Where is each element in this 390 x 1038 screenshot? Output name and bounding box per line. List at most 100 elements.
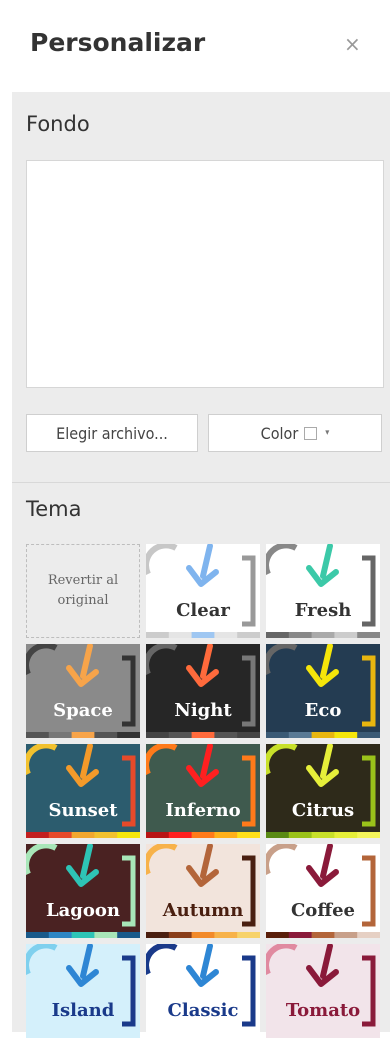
theme-arrow-shaft <box>80 944 93 979</box>
theme-color-strip <box>168 832 193 838</box>
theme-color-strip <box>94 832 118 838</box>
theme-arc <box>26 644 58 675</box>
theme-arrow-shaft <box>320 644 333 679</box>
theme-color-strip <box>214 732 238 738</box>
theme-color-strip <box>48 832 73 838</box>
theme-color-strip <box>288 932 313 938</box>
theme-thumbnail-icon <box>146 944 256 1027</box>
theme-color-strip <box>71 932 95 938</box>
theme-thumbnail-icon <box>146 644 260 738</box>
theme-color-strip <box>311 832 335 838</box>
theme-color-strip <box>334 632 358 638</box>
theme-color-strip <box>214 932 238 938</box>
theme-name-label: Coffee <box>290 900 355 921</box>
theme-name-label: Space <box>53 700 113 721</box>
theme-arrow-shaft <box>200 644 213 679</box>
theme-color-strip <box>334 932 358 938</box>
theme-arrow-shaft <box>200 844 213 879</box>
theme-name-label: Citrus <box>291 800 355 821</box>
theme-tile-inferno[interactable]: Inferno <box>146 744 260 838</box>
theme-tile-clear[interactable]: Clear <box>146 544 260 638</box>
theme-name-label: Island <box>51 1000 115 1021</box>
theme-color-strip <box>357 832 380 838</box>
theme-tile-space[interactable]: Space <box>26 644 140 738</box>
theme-arrow-shaft <box>80 644 93 679</box>
theme-thumbnail-icon <box>266 544 380 638</box>
theme-color-strip <box>191 832 215 838</box>
theme-color-strip <box>191 632 215 638</box>
theme-color-strip <box>311 632 335 638</box>
revert-label: Revertir al original <box>48 571 118 611</box>
theme-arc <box>146 644 178 675</box>
theme-arc <box>146 844 178 875</box>
theme-arrow-shaft <box>320 944 333 979</box>
theme-color-strip <box>266 732 290 738</box>
revert-label-line2: original <box>57 593 109 608</box>
theme-color-strip <box>266 932 290 938</box>
theme-color-strip <box>334 732 358 738</box>
theme-tile-island[interactable]: Island <box>26 944 140 1038</box>
theme-color-strip <box>168 632 193 638</box>
theme-tile-autumn[interactable]: Autumn <box>146 844 260 938</box>
theme-name-label: Fresh <box>294 600 352 621</box>
theme-color-strip <box>288 632 313 638</box>
theme-thumbnail-icon <box>26 744 140 838</box>
theme-arrow-shaft <box>200 944 213 979</box>
theme-color-strip <box>94 732 118 738</box>
theme-tile-classic[interactable]: Classic <box>146 944 260 1038</box>
theme-arc <box>146 944 178 975</box>
theme-thumbnail-icon <box>266 844 380 938</box>
theme-color-strip <box>288 732 313 738</box>
theme-tile-eco[interactable]: Eco <box>266 644 380 738</box>
theme-name-label: Tomato <box>285 1000 361 1021</box>
theme-tile-coffee[interactable]: Coffee <box>266 844 380 938</box>
theme-tile-sunset[interactable]: Sunset <box>26 744 140 838</box>
theme-arrow-shaft <box>320 844 333 879</box>
theme-name-label: Classic <box>167 1000 239 1021</box>
theme-color-strip <box>26 832 50 838</box>
theme-color-strip <box>146 832 170 838</box>
theme-section-title: Tema <box>26 497 82 521</box>
theme-color-strip <box>117 832 140 838</box>
theme-color-strip <box>288 832 313 838</box>
theme-color-strip <box>168 932 193 938</box>
choose-file-button[interactable]: Elegir archivo... <box>26 414 198 452</box>
theme-color-strip <box>357 732 380 738</box>
theme-name-label: Autumn <box>162 900 244 921</box>
theme-color-strip <box>71 832 95 838</box>
theme-color-strip <box>48 932 73 938</box>
choose-file-label: Elegir archivo... <box>56 423 168 443</box>
theme-arc <box>26 844 58 875</box>
theme-tile-tomato[interactable]: Tomato <box>266 944 380 1038</box>
theme-thumbnail-icon <box>146 844 260 938</box>
theme-arc <box>266 744 298 775</box>
theme-thumbnail-icon <box>26 844 140 938</box>
theme-arrow-shaft <box>200 744 213 779</box>
theme-color-strip <box>117 732 140 738</box>
theme-color-strip <box>357 932 380 938</box>
theme-color-strip <box>311 932 335 938</box>
theme-arc <box>26 944 58 975</box>
theme-arrow-shaft <box>200 544 213 579</box>
theme-tile-fresh[interactable]: Fresh <box>266 544 380 638</box>
theme-tile-lagoon[interactable]: Lagoon <box>26 844 140 938</box>
theme-tile-citrus[interactable]: Citrus <box>266 744 380 838</box>
theme-thumbnail-icon <box>266 644 380 738</box>
color-swatch-icon <box>304 426 318 440</box>
close-icon[interactable]: × <box>344 32 361 56</box>
theme-color-strip <box>214 632 238 638</box>
revert-label-line1: Revertir al <box>47 573 119 588</box>
color-picker-button[interactable]: Color ▾ <box>208 414 382 452</box>
theme-arc <box>266 544 298 575</box>
theme-tile-night[interactable]: Night <box>146 644 260 738</box>
revert-original-button[interactable]: Revertir al original <box>26 544 140 638</box>
theme-thumbnail-icon <box>146 744 260 838</box>
theme-name-label: Eco <box>304 700 342 721</box>
theme-color-strip <box>266 632 290 638</box>
theme-color-strip <box>48 732 73 738</box>
theme-color-strip <box>191 932 215 938</box>
background-section-title: Fondo <box>26 112 90 136</box>
theme-color-strip <box>214 832 238 838</box>
theme-color-strip <box>266 832 290 838</box>
theme-arc <box>146 544 178 575</box>
